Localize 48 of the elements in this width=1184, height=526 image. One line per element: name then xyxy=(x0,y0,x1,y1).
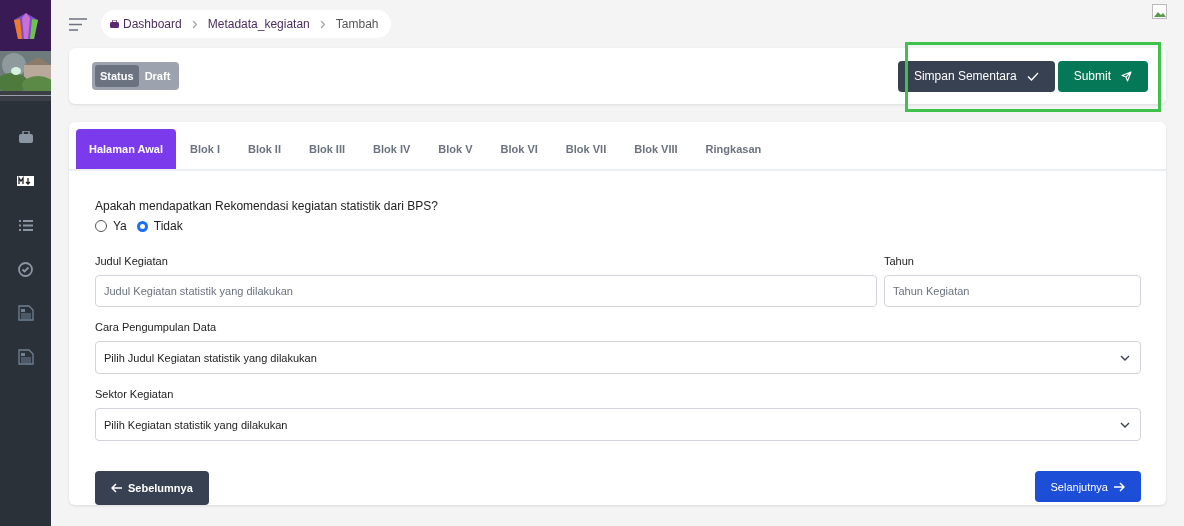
field-label: Judul Kegiatan xyxy=(95,255,169,267)
input-field[interactable]: Judul Kegiatan statistik yang dilakukan xyxy=(95,275,877,307)
field-label: Sektor Kegiatan xyxy=(95,388,175,400)
radio-label: Ya xyxy=(113,219,127,233)
next-button[interactable]: Selanjutnya xyxy=(1034,471,1141,502)
tab[interactable]: Ringkasan xyxy=(691,129,776,169)
tab[interactable]: Blok VI xyxy=(486,129,552,169)
previous-button[interactable]: Sebelumnya xyxy=(95,471,209,505)
input-field[interactable]: Tahun Kegiatan xyxy=(884,275,1141,307)
tab[interactable]: Blok VIII xyxy=(620,129,692,169)
status-label: Status xyxy=(95,65,139,87)
check-icon xyxy=(1026,71,1039,81)
field-label: Tahun xyxy=(884,255,915,267)
tab[interactable]: Blok V xyxy=(424,129,487,169)
markdown-icon[interactable] xyxy=(17,176,34,186)
document-icon[interactable] xyxy=(17,305,34,321)
tab[interactable]: Blok III xyxy=(294,129,359,169)
radio-label: Tidak xyxy=(153,219,183,233)
question-label: Apakah mendapatkan Rekomendasi kegiatan statistik dari BPS? xyxy=(95,199,439,213)
save-draft-button[interactable]: Simpan Sementara xyxy=(897,60,1055,92)
send-icon xyxy=(1121,70,1132,82)
tab[interactable]: Blok VII xyxy=(551,129,621,169)
arrow-right-icon xyxy=(1113,481,1125,492)
tab[interactable]: Halaman Awal xyxy=(76,129,176,169)
broken-image-icon xyxy=(1152,4,1168,20)
field-label: Cara Pengumpulan Data xyxy=(95,321,218,333)
chevron-icon xyxy=(191,19,198,29)
list-icon[interactable] xyxy=(18,219,33,231)
tab[interactable]: Blok I xyxy=(176,129,234,169)
check-circle-icon[interactable] xyxy=(18,261,33,277)
breadcrumb-link[interactable]: Dashboard xyxy=(110,17,182,31)
breadcrumb-link[interactable]: Tambah xyxy=(335,17,379,31)
caret-icon xyxy=(1120,421,1130,428)
submit-button[interactable]: Submit xyxy=(1057,60,1148,92)
briefcase-icon[interactable] xyxy=(18,131,33,143)
tab[interactable]: Blok IV xyxy=(359,129,425,169)
caret-icon xyxy=(1120,354,1130,361)
arrow-left-icon xyxy=(111,483,123,493)
radio-button[interactable] xyxy=(136,220,148,232)
status-value: Draft xyxy=(143,69,172,84)
document-icon[interactable] xyxy=(17,349,34,365)
breadcrumb-link[interactable]: Metadata_kegiatan xyxy=(207,17,310,31)
select-field[interactable]: Pilih Judul Kegiatan statistik yang dilakukan xyxy=(95,341,1141,374)
tab[interactable]: Blok II xyxy=(233,129,295,169)
logo-icon xyxy=(11,10,40,41)
menu-icon[interactable] xyxy=(69,17,87,31)
chevron-icon xyxy=(319,19,326,29)
select-field[interactable]: Pilih Kegiatan statistik yang dilakukan xyxy=(95,408,1141,441)
